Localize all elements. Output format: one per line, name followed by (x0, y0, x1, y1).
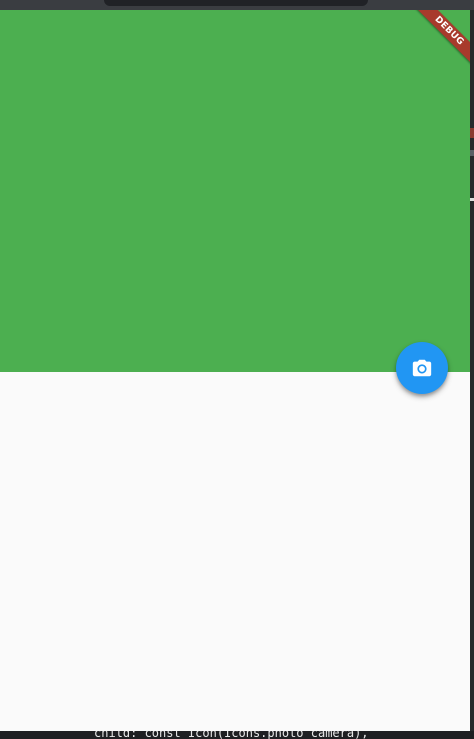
code-editor-strip: child: const Icon(Icons.photo_camera), (0, 731, 474, 739)
app-window: DEBUG child: const Icon(Icons.photo_came… (0, 0, 474, 739)
camera-icon (411, 357, 433, 379)
window-top-bar (0, 0, 474, 10)
edge-marker (470, 150, 474, 156)
device-notch (104, 0, 368, 6)
camera-fab-button[interactable] (396, 342, 448, 394)
edge-marker (470, 198, 474, 201)
code-line: child: const Icon(Icons.photo_camera), (94, 731, 369, 739)
edge-marker (470, 128, 474, 138)
green-container (0, 10, 470, 372)
device-screen: DEBUG (0, 10, 470, 731)
